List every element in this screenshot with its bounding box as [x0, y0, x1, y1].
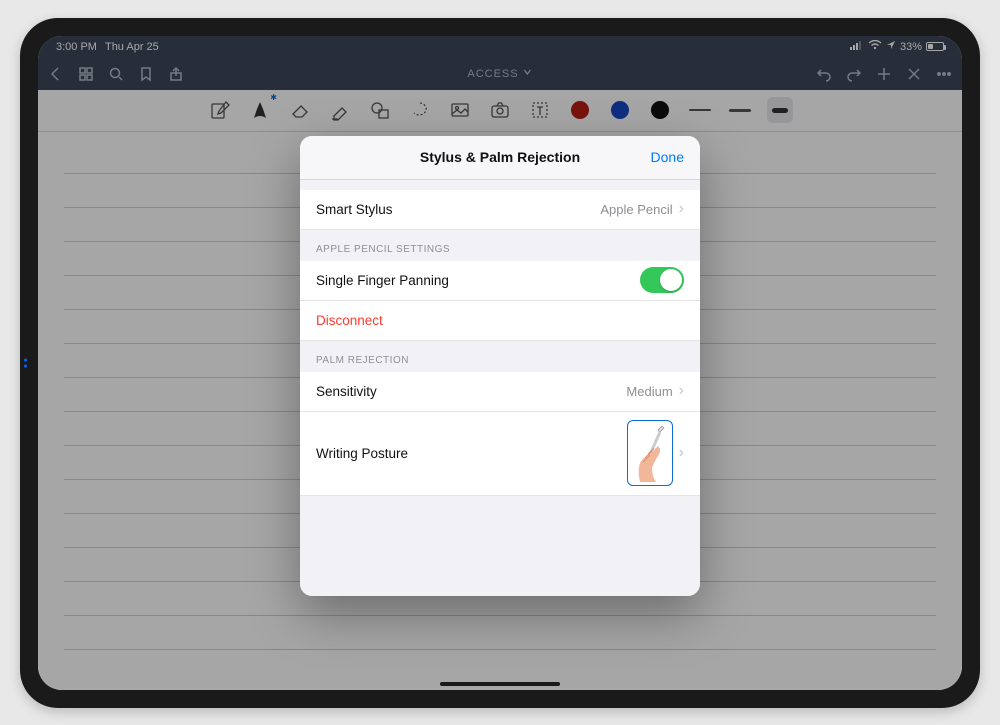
single-finger-label: Single Finger Panning	[316, 273, 640, 288]
writing-posture-label: Writing Posture	[316, 446, 627, 461]
chevron-right-icon: ›	[679, 382, 684, 400]
side-indicator-dots	[24, 358, 27, 367]
chevron-right-icon: ›	[679, 200, 684, 218]
smart-stylus-value: Apple Pencil	[600, 202, 672, 217]
modal-title: Stylus & Palm Rejection	[420, 149, 580, 165]
single-finger-toggle[interactable]	[640, 267, 684, 293]
chevron-right-icon: ›	[679, 444, 684, 462]
sensitivity-row[interactable]: Sensitivity Medium ›	[300, 372, 700, 412]
done-button[interactable]: Done	[651, 149, 684, 165]
palm-rejection-section-header: Palm Rejection	[300, 341, 700, 372]
apple-pencil-section-header: Apple Pencil Settings	[300, 230, 700, 261]
screen: 3:00 PM Thu Apr 25 33%	[38, 36, 962, 690]
disconnect-label: Disconnect	[316, 313, 684, 328]
stylus-settings-modal: Stylus & Palm Rejection Done Smart Stylu…	[300, 136, 700, 596]
ipad-device: 3:00 PM Thu Apr 25 33%	[20, 18, 980, 708]
sensitivity-label: Sensitivity	[316, 384, 626, 399]
single-finger-panning-row: Single Finger Panning	[300, 261, 700, 301]
home-indicator[interactable]	[440, 682, 560, 686]
writing-posture-thumbnail	[627, 420, 673, 486]
modal-header: Stylus & Palm Rejection Done	[300, 136, 700, 180]
smart-stylus-label: Smart Stylus	[316, 202, 600, 217]
writing-posture-row[interactable]: Writing Posture ›	[300, 412, 700, 496]
sensitivity-value: Medium	[626, 384, 672, 399]
disconnect-row[interactable]: Disconnect	[300, 301, 700, 341]
smart-stylus-row[interactable]: Smart Stylus Apple Pencil ›	[300, 190, 700, 230]
